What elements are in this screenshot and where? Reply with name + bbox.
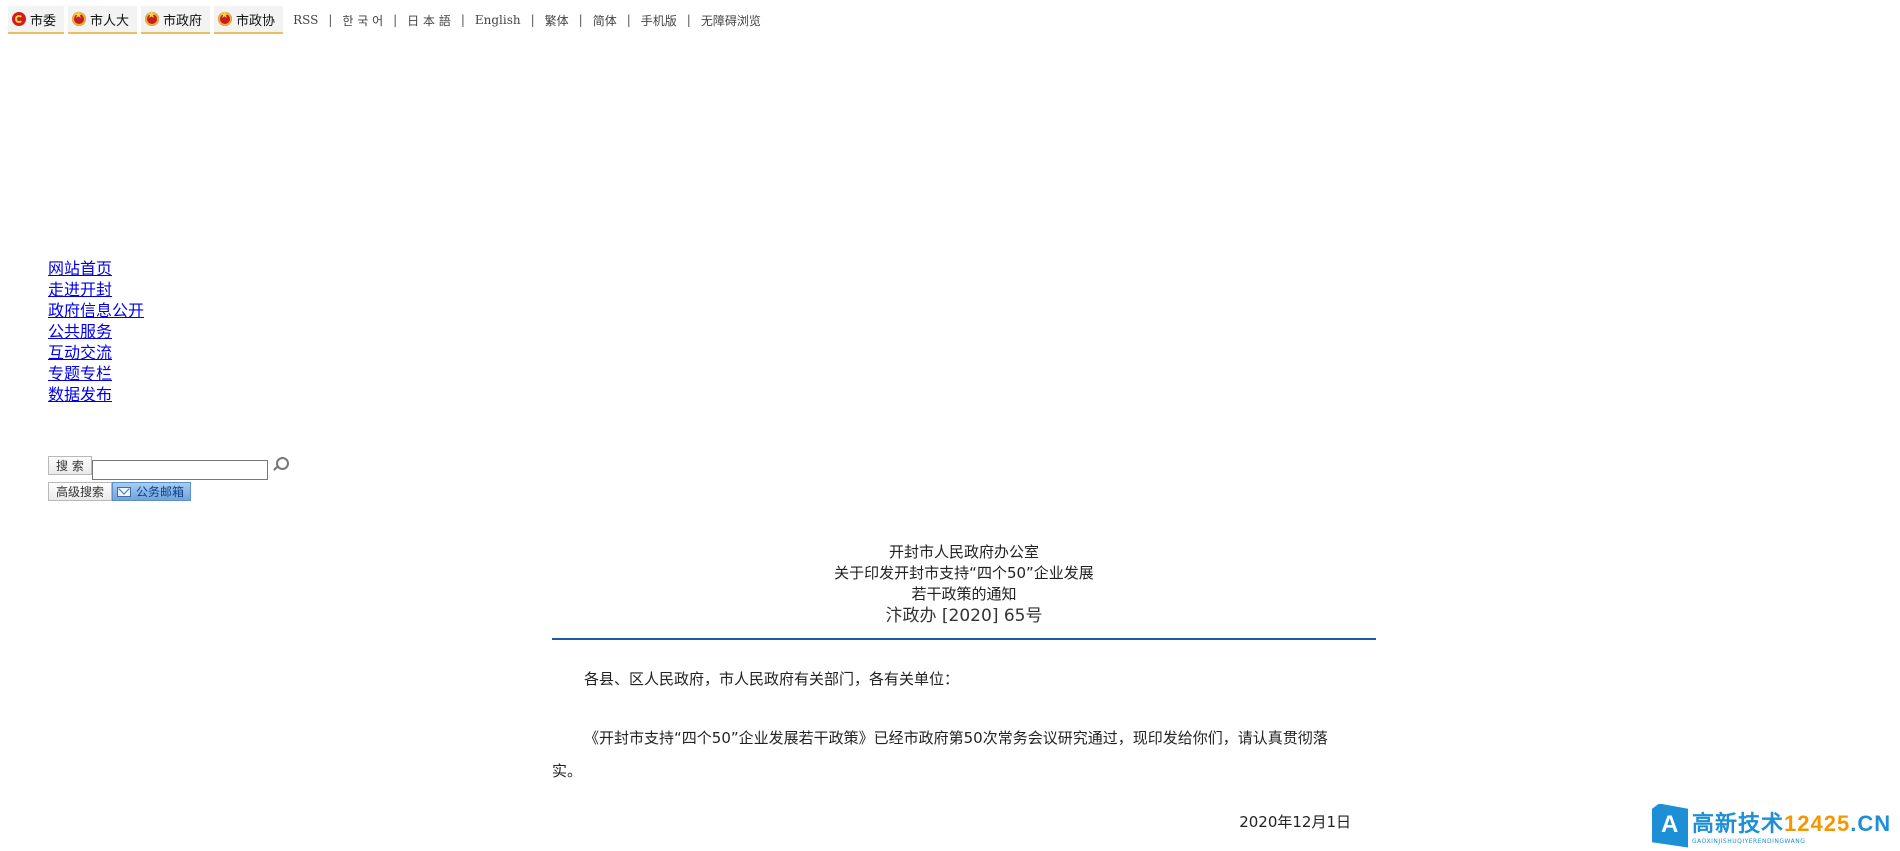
separator: | [578,13,583,27]
link-simplified[interactable]: 简体 [593,12,617,29]
watermark-logo-letter: A [1661,810,1679,838]
title-line-1: 关于印发开封市支持“四个50”企业发展 [834,564,1094,582]
mail-button-label: 公务邮箱 [136,484,185,499]
state-emblem-icon [72,10,87,26]
link-traditional[interactable]: 繁体 [545,12,569,29]
nav-item-gov-info[interactable]: 政府信息公开 [48,300,144,321]
header-divider [552,638,1376,640]
nav-item-data-release[interactable]: 数据发布 [48,384,144,405]
watermark-logo-icon: A [1652,803,1688,848]
main-nav: 网站首页 走进开封 政府信息公开 公共服务 互动交流 专题专栏 数据发布 [48,258,144,405]
tab-label: 市政协 [236,13,276,29]
nav-item-public-service[interactable]: 公共服务 [48,321,144,342]
nav-item-about-kaifeng[interactable]: 走进开封 [48,279,144,300]
link-korean[interactable]: 한 국 어 [342,12,383,29]
state-emblem-icon [145,10,160,26]
issuer: 开封市人民政府办公室 [888,543,1039,561]
watermark-number: 12425 [1784,811,1851,836]
article-header: 开封市人民政府办公室 关于印发开封市支持“四个50”企业发展 若干政策的通知 汴… [552,542,1376,627]
top-bar: 市委 市人大 市政府 市政协 RSS | 한 국 어 | 日 本 語 | Eng… [8,6,761,34]
body-paragraph: 《开封市支持“四个50”企业发展若干政策》已经市政府第50次常务会议研究通过，现… [552,729,1328,780]
party-emblem-icon [12,12,26,26]
link-accessibility[interactable]: 无障碍浏览 [701,12,761,29]
search-panel: 搜 索 高级搜索 公务邮箱 [48,456,289,501]
nav-item-home[interactable]: 网站首页 [48,258,144,279]
link-mobile[interactable]: 手机版 [641,12,677,29]
addressee: 各县、区人民政府，市人民政府有关部门，各有关单位： [584,670,960,688]
separator: | [686,13,691,27]
separator: | [460,13,465,27]
nav-item-interaction[interactable]: 互动交流 [48,342,144,363]
tab-label: 市委 [30,13,57,29]
title-line-2: 若干政策的通知 [911,585,1017,603]
watermark-subtitle: GAOXINJISHUQIYERENDINGWANG [1692,838,1806,845]
link-english[interactable]: English [475,13,521,27]
document-number: 汴政办 [2020] 65号 [885,606,1043,626]
tab-city-cppcc[interactable]: 市政协 [214,6,284,34]
mail-icon [117,486,132,497]
watermark-main: 高新技术12425.CN [1692,806,1891,838]
watermark-name: 高新技术 [1692,811,1785,836]
link-japanese[interactable]: 日 本 語 [407,12,451,29]
language-links: RSS | 한 국 어 | 日 本 語 | English | 繁体 | 简体 … [293,12,761,29]
site-watermark: A 高新技术12425.CN GAOXINJISHUQIYERENDINGWAN… [1652,800,1900,851]
separator: | [626,13,631,27]
search-button[interactable]: 搜 索 [48,456,92,475]
separator: | [393,13,398,27]
search-icon[interactable] [270,456,289,474]
issue-date: 2020年12月1日 [1239,813,1351,831]
tab-city-committee[interactable]: 市委 [8,6,65,34]
search-input[interactable] [91,460,268,480]
advanced-search-button[interactable]: 高级搜索 [48,482,113,501]
separator: | [328,13,333,27]
watermark-tld: .CN [1850,811,1892,836]
separator: | [530,13,535,27]
cppcc-emblem-icon [218,10,233,26]
tab-city-government[interactable]: 市政府 [141,6,211,34]
nav-item-special-topics[interactable]: 专题专栏 [48,363,144,384]
tab-city-congress[interactable]: 市人大 [68,6,138,34]
official-mail-button[interactable]: 公务邮箱 [112,482,192,501]
tab-label: 市人大 [90,13,130,29]
watermark-text: 高新技术12425.CN GAOXINJISHUQIYERENDINGWANG [1692,806,1891,845]
tab-label: 市政府 [163,13,203,29]
link-rss[interactable]: RSS [293,13,318,27]
